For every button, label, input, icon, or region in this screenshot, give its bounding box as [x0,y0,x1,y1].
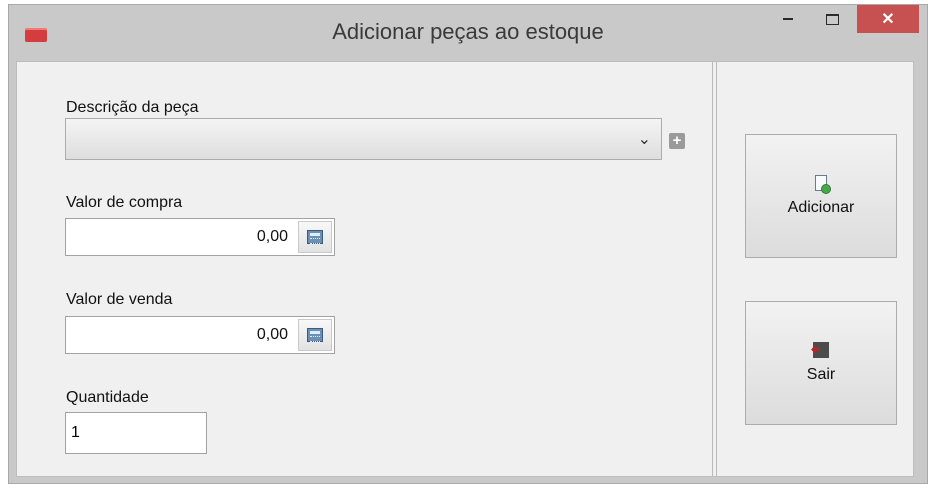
exit-door-icon [813,342,829,358]
plus-icon: + [672,132,682,149]
window: Adicionar peças ao estoque ✕ Descrição d… [8,4,928,484]
chevron-down-icon[interactable]: ⌄ [638,129,651,149]
close-button[interactable]: ✕ [857,5,919,33]
exit-button-label: Sair [806,366,836,383]
quantity-input[interactable]: 1 [65,412,207,454]
add-button[interactable]: Adicionar [745,134,897,258]
dialog-content: Descrição da peça ⌄ + Valor de compra 0,… [16,61,914,477]
exit-button[interactable]: Sair [745,301,897,425]
quantity-value: 1 [71,424,80,441]
panel-divider [712,62,717,476]
sale-label: Valor de venda [66,291,173,308]
minimize-button[interactable] [769,5,807,33]
description-combo[interactable]: ⌄ [65,118,662,160]
description-label: Descrição da peça [66,99,199,116]
purchase-label: Valor de compra [66,194,183,211]
add-document-icon [815,175,831,194]
calculator-icon [307,230,323,244]
maximize-button[interactable] [813,5,851,33]
purchase-value: 0,00 [256,228,288,245]
calculator-icon [307,328,323,342]
purchase-calculator-button[interactable] [298,221,332,253]
add-part-type-button[interactable]: + [669,133,685,149]
sale-value-input[interactable]: 0,00 [65,316,335,354]
quantity-label: Quantidade [66,389,149,406]
purchase-value-input[interactable]: 0,00 [65,218,335,256]
sale-value: 0,00 [256,326,288,343]
close-icon: ✕ [881,11,895,28]
add-button-label: Adicionar [787,199,855,216]
sale-calculator-button[interactable] [298,319,332,351]
title-bar: Adicionar peças ao estoque ✕ [9,5,927,63]
